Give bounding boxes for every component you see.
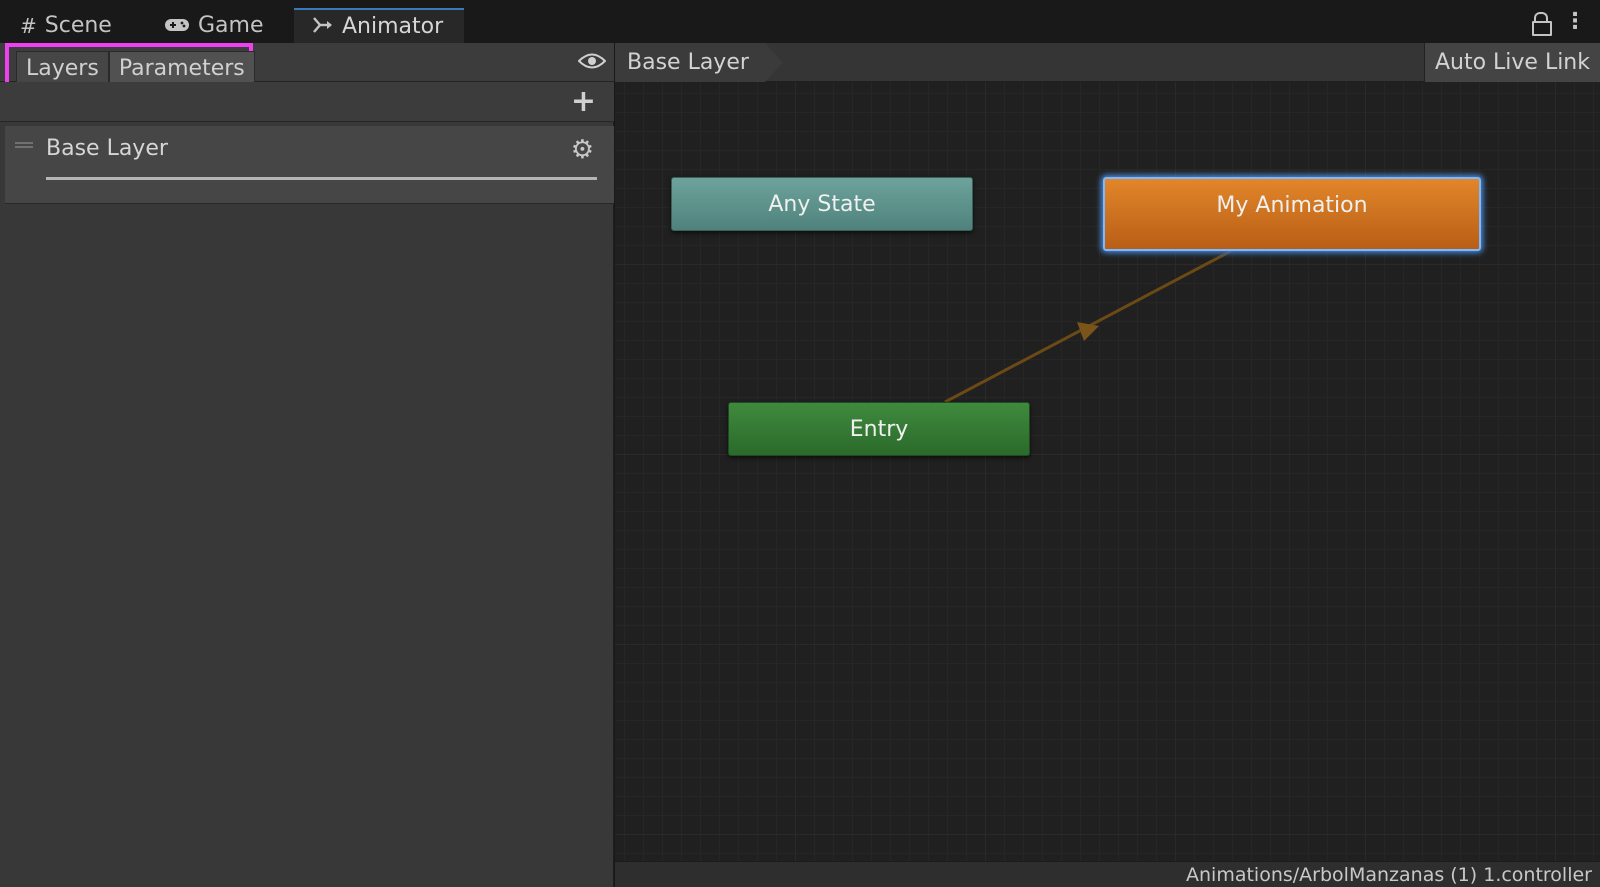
drag-handle-icon[interactable] bbox=[15, 142, 33, 148]
my-animation-state-node[interactable]: My Animation bbox=[1103, 177, 1481, 251]
tab-animator[interactable]: Animator bbox=[294, 8, 464, 43]
status-bar: Animations/ArbolManzanas (1) 1.controlle… bbox=[615, 861, 1600, 887]
tab-scene-label: Scene bbox=[44, 13, 112, 38]
more-options-icon[interactable]: ⋮ bbox=[1564, 11, 1586, 33]
parameters-tab-button[interactable]: Parameters bbox=[108, 51, 255, 85]
graph-toolbar: Base Layer Auto Live Link bbox=[615, 43, 1600, 82]
any-state-node[interactable]: Any State bbox=[671, 177, 973, 231]
window-controls: ⋮ bbox=[1532, 11, 1586, 36]
animator-graph[interactable]: Base Layer Auto Live Link Any State Entr… bbox=[615, 43, 1600, 887]
layer-item[interactable]: Base Layer ⚙ bbox=[5, 126, 614, 204]
layers-panel-toolbar: Layers Parameters bbox=[0, 43, 614, 91]
animator-icon bbox=[312, 15, 334, 39]
grid-icon: # bbox=[20, 13, 37, 38]
entry-node[interactable]: Entry bbox=[728, 402, 1030, 456]
window-tab-bar: # Scene Game Animator ⋮ bbox=[0, 0, 1600, 43]
breadcrumb[interactable]: Base Layer bbox=[615, 43, 783, 82]
eye-icon[interactable] bbox=[578, 52, 606, 70]
gamepad-icon bbox=[164, 14, 190, 38]
my-animation-label: My Animation bbox=[1216, 193, 1368, 218]
any-state-label: Any State bbox=[768, 191, 876, 217]
layer-name: Base Layer bbox=[46, 136, 168, 161]
tab-scene[interactable]: # Scene bbox=[2, 8, 130, 43]
transition-arrow[interactable] bbox=[615, 43, 1600, 887]
layer-weight-bar bbox=[46, 177, 597, 180]
add-layer-icon[interactable]: + bbox=[571, 87, 596, 117]
layers-add-row: + bbox=[0, 82, 614, 122]
tab-animator-label: Animator bbox=[342, 14, 444, 39]
controller-path: Animations/ArbolManzanas (1) 1.controlle… bbox=[1186, 864, 1592, 886]
gear-icon[interactable]: ⚙ bbox=[571, 137, 594, 163]
entry-label: Entry bbox=[849, 416, 909, 442]
breadcrumb-label: Base Layer bbox=[627, 50, 749, 75]
lock-icon[interactable] bbox=[1532, 12, 1552, 36]
layers-tab-button[interactable]: Layers bbox=[16, 51, 109, 85]
tab-game[interactable]: Game bbox=[146, 8, 282, 43]
auto-live-link-button[interactable]: Auto Live Link bbox=[1423, 43, 1600, 82]
tab-game-label: Game bbox=[198, 13, 264, 38]
layers-panel: Layers Parameters + Base Layer ⚙ bbox=[0, 43, 614, 887]
